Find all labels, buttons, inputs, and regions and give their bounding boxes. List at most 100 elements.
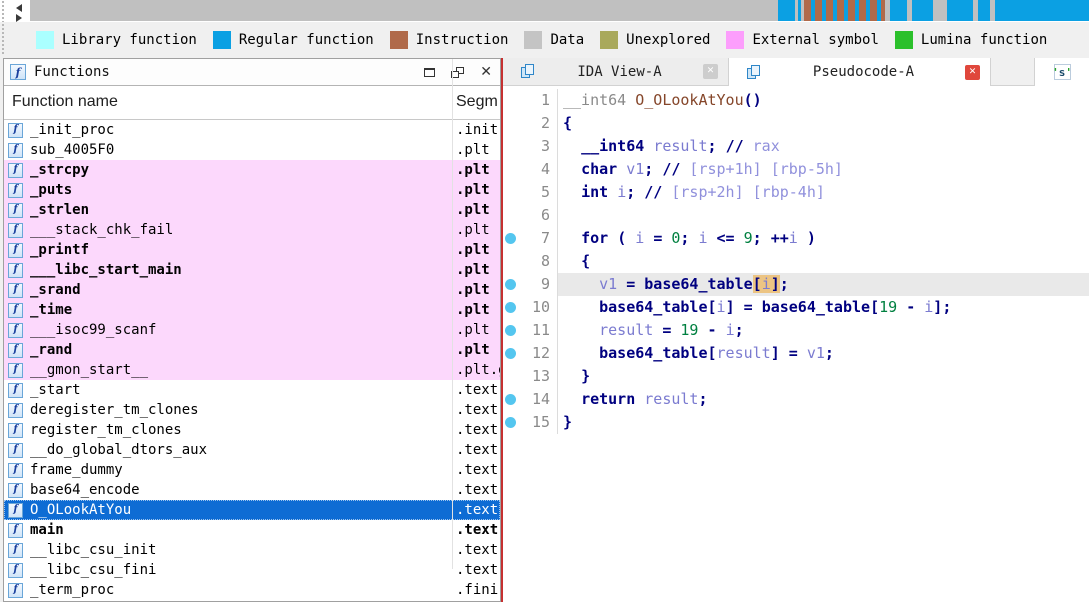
function-row[interactable]: f_srand.plt [4,280,500,300]
function-name[interactable]: _puts [30,182,72,198]
band-segment-gray[interactable] [933,0,947,21]
breakpoint-icon[interactable] [505,302,516,313]
function-name[interactable]: __libc_csu_init [30,542,156,558]
code-gutter[interactable]: 10 [503,296,557,319]
function-row[interactable]: fsub_4005F0.plt [4,140,500,160]
code-gutter[interactable]: 11 [503,319,557,342]
tab-label[interactable]: IDA View-A [536,64,703,80]
tab-pseudocode-a[interactable]: Pseudocode-A ✕ [729,58,991,86]
function-row[interactable]: fframe_dummy.text [4,460,500,480]
code-text[interactable]: } [557,411,1089,434]
function-name[interactable]: frame_dummy [30,462,123,478]
band-segment-blue[interactable] [890,0,907,21]
scroll-left-icon[interactable] [16,4,22,12]
restore-button[interactable] [451,67,464,78]
function-name[interactable]: O_OLookAtYou [30,502,131,518]
function-name[interactable]: __do_global_dtors_aux [30,442,207,458]
code-line[interactable]: 4 char v1; // [rsp+1h] [rbp-5h] [503,158,1089,181]
function-row[interactable]: f__libc_csu_fini.text [4,560,500,580]
code-line[interactable]: 14 return result; [503,388,1089,411]
code-line[interactable]: 15} [503,411,1089,434]
function-name[interactable]: _strcpy [30,162,89,178]
function-name[interactable]: base64_encode [30,482,140,498]
function-name[interactable]: ___isoc99_scanf [30,322,156,338]
function-row[interactable]: f_strcpy.plt [4,160,500,180]
function-row[interactable]: fderegister_tm_clones.text [4,400,500,420]
close-tab-icon[interactable]: ✕ [703,64,718,79]
code-gutter[interactable]: 13 [503,365,557,388]
function-row[interactable]: f___libc_start_main.plt [4,260,500,280]
code-text[interactable]: base64_table[i] = base64_table[19 - i]; [557,296,1089,319]
function-row[interactable]: f__libc_csu_init.text [4,540,500,560]
breakpoint-icon[interactable] [505,348,516,359]
function-name[interactable]: sub_4005F0 [30,142,114,158]
code-line[interactable]: 8 { [503,250,1089,273]
function-name[interactable]: ___libc_start_main [30,262,182,278]
breakpoint-icon[interactable] [505,325,516,336]
column-header-row[interactable]: Function name Segm [4,86,500,120]
code-gutter[interactable]: 12 [503,342,557,365]
column-separator[interactable] [452,59,453,569]
band-segment-brown[interactable] [848,0,855,21]
scroll-right-icon[interactable] [16,14,22,22]
band-segment-blue[interactable] [947,0,973,21]
code-line[interactable]: 13 } [503,365,1089,388]
column-header-function-name[interactable]: Function name [12,93,118,111]
band-segment-blue[interactable] [978,0,990,21]
code-text[interactable]: base64_table[result] = v1; [557,342,1089,365]
breakpoint-icon[interactable] [505,233,516,244]
code-gutter[interactable]: 3 [503,135,557,158]
function-row[interactable]: f_strlen.plt [4,200,500,220]
code-gutter[interactable]: 7 [503,227,557,250]
breakpoint-icon[interactable] [505,279,516,290]
band-segment-brown[interactable] [804,0,811,21]
function-row[interactable]: f_init_proc.init [4,120,500,140]
function-row[interactable]: f___stack_chk_fail.plt [4,220,500,240]
code-line[interactable]: 3 __int64 result; // rax [503,135,1089,158]
column-header-segment[interactable]: Segm [456,93,498,111]
function-row[interactable]: f_rand.plt [4,340,500,360]
function-row[interactable]: f_time.plt [4,300,500,320]
code-line[interactable]: 2{ [503,112,1089,135]
function-row[interactable]: f_start.text [4,380,500,400]
code-line[interactable]: 7 for ( i = 0; i <= 9; ++i ) [503,227,1089,250]
function-row[interactable]: f_printf.plt [4,240,500,260]
legend-drag-handle[interactable] [2,24,4,54]
function-row[interactable]: fO_OLookAtYou.text [4,500,500,520]
code-line[interactable]: 9 v1 = base64_table[i]; [503,273,1089,296]
code-text[interactable]: { [557,112,1089,135]
function-name[interactable]: register_tm_clones [30,422,182,438]
function-row[interactable]: f__gmon_start__.plt.g [4,360,500,380]
code-text[interactable]: v1 = base64_table[i]; [557,273,1089,296]
code-text[interactable]: for ( i = 0; i <= 9; ++i ) [557,227,1089,250]
code-gutter[interactable]: 5 [503,181,557,204]
band-segment-brown[interactable] [859,0,866,21]
band-scroll-arrows[interactable] [12,1,28,21]
band-segment-brown[interactable] [815,0,822,21]
function-name[interactable]: _rand [30,342,72,358]
code-line[interactable]: 12 base64_table[result] = v1; [503,342,1089,365]
function-row[interactable]: f_puts.plt [4,180,500,200]
code-gutter[interactable]: 1 [503,89,557,112]
band-segment-brown[interactable] [837,0,844,21]
band-segment-gray[interactable] [30,0,778,21]
code-text[interactable]: return result; [557,388,1089,411]
code-text[interactable]: __int64 result; // rax [557,135,1089,158]
function-row[interactable]: f___isoc99_scanf.plt [4,320,500,340]
function-row[interactable]: fregister_tm_clones.text [4,420,500,440]
code-text[interactable]: { [557,250,1089,273]
breakpoint-icon[interactable] [505,394,516,405]
code-text[interactable]: char v1; // [rsp+1h] [rbp-5h] [557,158,1089,181]
band-segment-brown[interactable] [826,0,833,21]
function-name[interactable]: _term_proc [30,582,114,598]
code-gutter[interactable]: 6 [503,204,557,227]
code-gutter[interactable]: 14 [503,388,557,411]
functions-title-bar[interactable]: f Functions ✕ [4,59,500,86]
code-line[interactable]: 11 result = 19 - i; [503,319,1089,342]
function-name[interactable]: main [30,522,64,538]
code-text[interactable]: __int64 O_OLookAtYou() [557,89,1089,112]
function-name[interactable]: __gmon_start__ [30,362,148,378]
function-row[interactable]: f_term_proc.fini [4,580,500,600]
breakpoint-icon[interactable] [505,417,516,428]
code-gutter[interactable]: 4 [503,158,557,181]
